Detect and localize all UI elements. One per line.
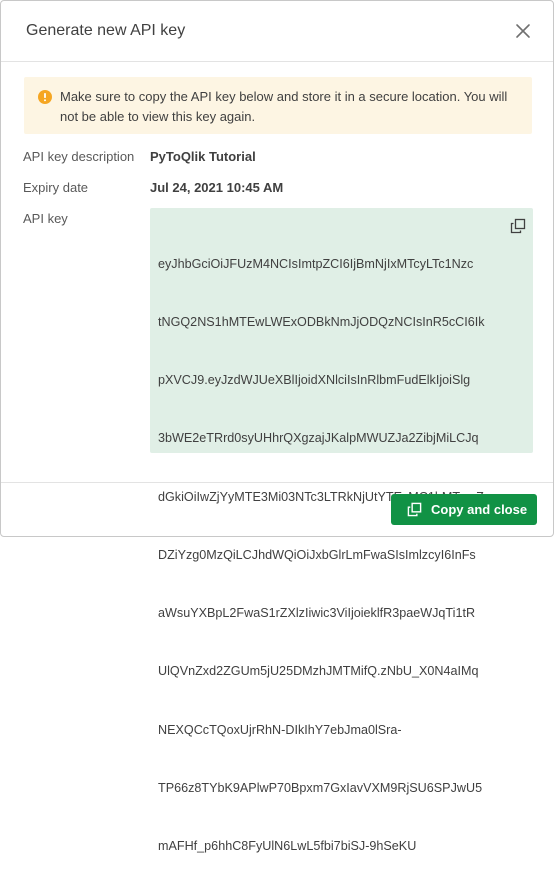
api-key-dialog: Generate new API key Make sure to copy t…: [0, 0, 554, 853]
api-key-line: tNGQ2NS1hMTEwLWExODBkNmJjODQzNCIsInR5cCI…: [158, 315, 485, 330]
description-value: PyToQlik Tutorial: [150, 149, 256, 164]
copy-icon: [407, 502, 422, 517]
copy-and-close-button[interactable]: Copy and close: [391, 494, 537, 525]
copy-key-button[interactable]: [510, 218, 526, 234]
warning-notice: Make sure to copy the API key below and …: [24, 77, 532, 134]
api-key-line: UlQVnZxd2ZGUm5jU25DMzhJMTMifQ.zNbU_X0N4a…: [158, 664, 479, 679]
footer-divider: [1, 482, 553, 483]
api-key-label: API key: [23, 211, 68, 226]
api-key-value[interactable]: eyJhbGciOiJFUzM4NCIsImtpZCI6IjBmNjIxMTcy…: [158, 216, 498, 895]
api-key-line: DZiYzg0MzQiLCJhdWQiOiJxbGlrLmFwaSIsImlzc…: [158, 547, 476, 562]
copy-icon: [510, 218, 526, 234]
warning-icon: [38, 90, 52, 104]
close-button[interactable]: [513, 21, 533, 41]
api-key-line: mAFHf_p6hhC8FyUlN6LwL5fbi7biSJ-9hSeKU: [158, 839, 417, 853]
dialog-header: Generate new API key: [1, 1, 553, 62]
api-key-line: 3bWE2eTRrd0syUHhrQXgzajJKalpMWUZJa2ZibjM…: [158, 431, 479, 446]
api-key-line: aWsuYXBpL2FwaS1rZXlzIiwic3ViIjoieklfR3pa…: [158, 606, 476, 621]
description-label: API key description: [23, 149, 135, 164]
close-icon: [516, 24, 530, 38]
dialog-title: Generate new API key: [26, 22, 186, 39]
expiry-label: Expiry date: [23, 180, 89, 195]
api-key-line: NEXQCcTQoxUjrRhN-DIkIhY7ebJma0lSra-: [158, 722, 402, 737]
copy-and-close-label: Copy and close: [431, 502, 528, 517]
api-key-line: eyJhbGciOiJFUzM4NCIsImtpZCI6IjBmNjIxMTcy…: [158, 256, 474, 271]
api-key-line: pXVCJ9.eyJzdWJUeXBlIjoidXNlciIsInRlbmFud…: [158, 373, 471, 388]
expiry-value: Jul 24, 2021 10:45 AM: [150, 180, 284, 195]
api-key-box: eyJhbGciOiJFUzM4NCIsImtpZCI6IjBmNjIxMTcy…: [150, 208, 533, 853]
api-key-line: TP66z8TYbK9APlwP70Bpxm7GxIavVXM9RjSU6SPJ…: [158, 780, 483, 795]
notice-text: Make sure to copy the API key below and …: [60, 89, 508, 124]
